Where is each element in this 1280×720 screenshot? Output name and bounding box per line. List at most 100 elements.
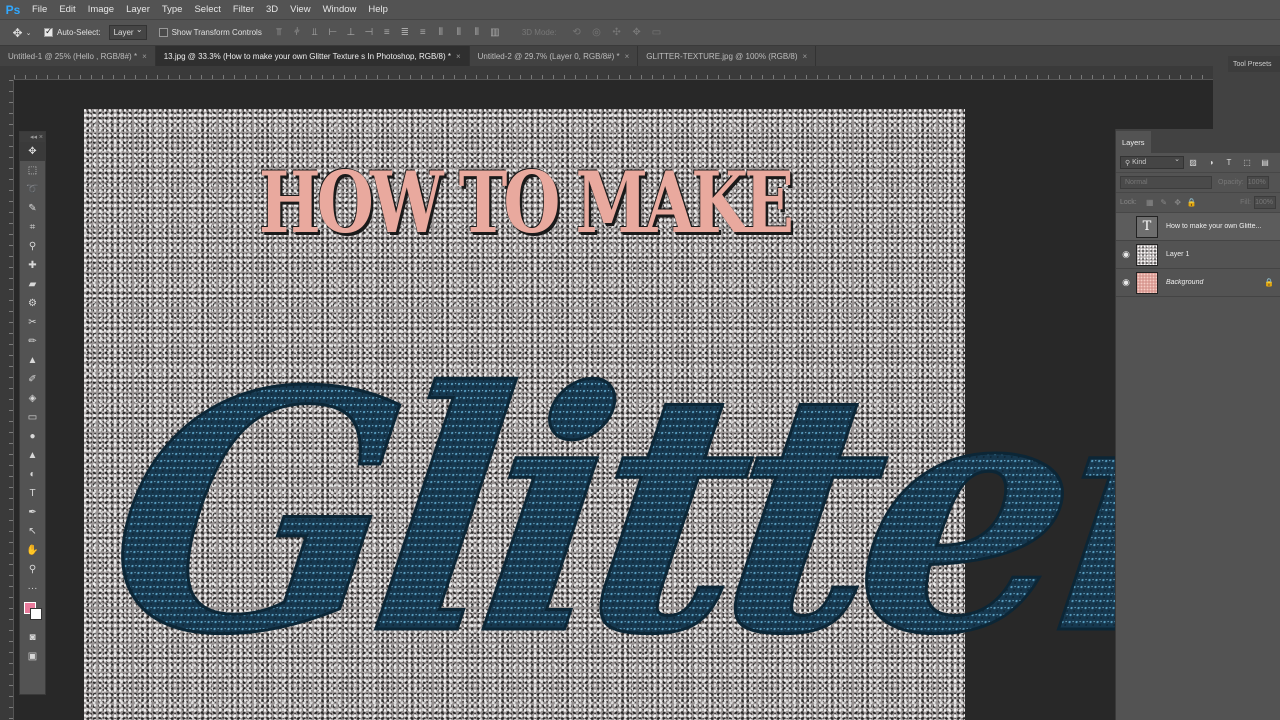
- brush-tool-icon[interactable]: ▰: [20, 275, 45, 294]
- tab-13-jpg[interactable]: 13.jpg @ 33.3% (How to make your own Gli…: [155, 46, 470, 66]
- zoom-tool-icon[interactable]: ⚲: [20, 560, 45, 579]
- layer-row-text[interactable]: ◉ T How to make your own Glitte...: [1116, 213, 1280, 241]
- menu-file[interactable]: File: [26, 0, 53, 19]
- auto-select-checkbox[interactable]: Auto-Select:: [44, 26, 101, 37]
- align-hcenter-icon[interactable]: ⊥: [342, 27, 360, 38]
- close-icon[interactable]: ×: [625, 52, 630, 61]
- sharpen-tool-icon[interactable]: ▲: [20, 446, 45, 465]
- menu-select[interactable]: Select: [188, 0, 226, 19]
- distribute-top-icon[interactable]: ≡: [378, 27, 396, 38]
- fill-input[interactable]: 100%: [1254, 196, 1276, 209]
- visibility-hidden-icon[interactable]: ◉: [1116, 221, 1136, 232]
- orbit-3d-icon[interactable]: ⟲: [567, 27, 587, 38]
- move-tool-icon[interactable]: ✥: [20, 142, 45, 161]
- image-filter-icon[interactable]: ▨: [1184, 158, 1202, 167]
- eyedropper-tool-icon[interactable]: ⚲: [20, 237, 45, 256]
- scale-3d-icon[interactable]: ▭: [647, 27, 667, 38]
- crop-tool-icon[interactable]: ⌗: [20, 218, 45, 237]
- lock-pixels-icon[interactable]: ✎: [1157, 198, 1171, 207]
- ruler-corner[interactable]: [0, 66, 14, 80]
- lock-position-icon[interactable]: ✥: [1171, 198, 1185, 207]
- align-bottom-icon[interactable]: ⫫: [306, 27, 324, 38]
- path-select-tool-icon[interactable]: ↖: [20, 522, 45, 541]
- move-tool-preset-icon[interactable]: ✥ ⌄: [0, 26, 44, 40]
- quick-mask-icon[interactable]: ◙: [20, 628, 45, 647]
- type-filter-icon[interactable]: T: [1220, 158, 1238, 167]
- align-vcenter-icon[interactable]: ⫩: [288, 27, 306, 38]
- blend-mode-dropdown[interactable]: Normal: [1120, 176, 1212, 189]
- distribute-bottom-icon[interactable]: ≡: [414, 27, 432, 38]
- align-left-icon[interactable]: ⊢: [324, 27, 342, 38]
- distribute-vcenter-icon[interactable]: ≣: [396, 27, 414, 38]
- menu-type[interactable]: Type: [156, 0, 189, 19]
- smart-object-filter-icon[interactable]: ▤: [1256, 158, 1274, 167]
- background-color-swatch[interactable]: [30, 608, 42, 620]
- canvas-area[interactable]: HOW TO MAKE Glitter: [14, 80, 1213, 720]
- history-brush-tool-icon[interactable]: ✂: [20, 313, 45, 332]
- close-icon[interactable]: ×: [142, 52, 147, 61]
- lock-transparent-icon[interactable]: ▦: [1143, 198, 1157, 207]
- tab-untitled-1[interactable]: Untitled-1 @ 25% (Hello , RGB/8#) * ×: [0, 46, 156, 66]
- pen-tool-icon[interactable]: ✒: [20, 503, 45, 522]
- blur-tool-icon[interactable]: ●: [20, 427, 45, 446]
- roll-3d-icon[interactable]: ◎: [587, 27, 607, 38]
- gradient-tool-icon[interactable]: ▭: [20, 408, 45, 427]
- slide-3d-icon[interactable]: ✥: [627, 27, 647, 38]
- stamp-tool-icon[interactable]: ▲: [20, 351, 45, 370]
- clone-stamp-tool-icon[interactable]: ⚙: [20, 294, 45, 313]
- type-tool-icon[interactable]: T: [20, 484, 45, 503]
- distribute-left-icon[interactable]: ⦀: [432, 27, 450, 38]
- align-right-icon[interactable]: ⊣: [360, 27, 378, 38]
- menu-view[interactable]: View: [284, 0, 316, 19]
- vertical-ruler[interactable]: [0, 80, 14, 720]
- menu-help[interactable]: Help: [362, 0, 394, 19]
- distribute-right-icon[interactable]: ⦀: [468, 27, 486, 38]
- layer-name[interactable]: Layer 1: [1166, 251, 1270, 258]
- tab-glitter-texture[interactable]: GLITTER-TEXTURE.jpg @ 100% (RGB/8) ×: [638, 46, 817, 66]
- menu-edit[interactable]: Edit: [53, 0, 81, 19]
- tab-untitled-2[interactable]: Untitled-2 @ 29.7% (Layer 0, RGB/8#) * ×: [470, 46, 639, 66]
- horizontal-ruler[interactable]: [14, 66, 1213, 80]
- screen-mode-icon[interactable]: ▣: [20, 647, 45, 666]
- eye-icon[interactable]: ◉: [1116, 249, 1136, 260]
- quick-select-tool-icon[interactable]: ✎: [20, 199, 45, 218]
- drag-3d-icon[interactable]: ✣: [607, 27, 627, 38]
- document-canvas[interactable]: HOW TO MAKE Glitter: [84, 109, 1213, 720]
- align-top-icon[interactable]: ⫪: [270, 27, 288, 38]
- dodge-tool-icon[interactable]: ◐: [20, 465, 45, 484]
- shape-filter-icon[interactable]: ⬚: [1238, 158, 1256, 167]
- paint-tool-icon[interactable]: ✐: [20, 370, 45, 389]
- auto-select-dropdown[interactable]: Layer: [108, 25, 147, 40]
- layer-row-layer-1[interactable]: ◉ Layer 1: [1116, 241, 1280, 269]
- layer-name[interactable]: Background: [1166, 279, 1256, 286]
- adjustment-filter-icon[interactable]: ◑: [1202, 158, 1220, 167]
- kind-filter-label: Kind: [1132, 159, 1147, 166]
- more-tools-icon[interactable]: ···: [20, 579, 45, 598]
- menu-layer[interactable]: Layer: [120, 0, 156, 19]
- auto-align-icon[interactable]: ▥: [486, 27, 504, 38]
- layer-row-background[interactable]: ◉ Background 🔒: [1116, 269, 1280, 297]
- close-icon[interactable]: ×: [803, 52, 808, 61]
- auto-select-label: Auto-Select:: [57, 28, 101, 37]
- menu-window[interactable]: Window: [317, 0, 363, 19]
- distribute-hcenter-icon[interactable]: ⦀: [450, 27, 468, 38]
- layer-name[interactable]: How to make your own Glitte...: [1166, 223, 1270, 230]
- menu-filter[interactable]: Filter: [227, 0, 260, 19]
- tool-presets-tab[interactable]: Tool Presets: [1228, 56, 1280, 72]
- lasso-tool-icon[interactable]: ➰: [20, 180, 45, 199]
- marquee-tool-icon[interactable]: ⬚: [20, 161, 45, 180]
- toolbar-collapse-icon[interactable]: ◂◂ ×: [20, 132, 45, 142]
- brush-alt-tool-icon[interactable]: ✏: [20, 332, 45, 351]
- opacity-input[interactable]: 100%: [1246, 176, 1269, 189]
- eye-icon[interactable]: ◉: [1116, 277, 1136, 288]
- tab-layers[interactable]: Layers: [1116, 131, 1151, 153]
- show-transform-checkbox[interactable]: Show Transform Controls: [158, 28, 262, 37]
- menu-3d[interactable]: 3D: [260, 0, 284, 19]
- hand-tool-icon[interactable]: ✋: [20, 541, 45, 560]
- close-icon[interactable]: ×: [456, 52, 461, 61]
- healing-brush-tool-icon[interactable]: ✚: [20, 256, 45, 275]
- menu-image[interactable]: Image: [82, 0, 120, 19]
- lock-all-icon[interactable]: 🔒: [1185, 198, 1199, 207]
- eraser-tool-icon[interactable]: ◈: [20, 389, 45, 408]
- kind-filter-dropdown[interactable]: ⚲ Kind: [1120, 155, 1184, 169]
